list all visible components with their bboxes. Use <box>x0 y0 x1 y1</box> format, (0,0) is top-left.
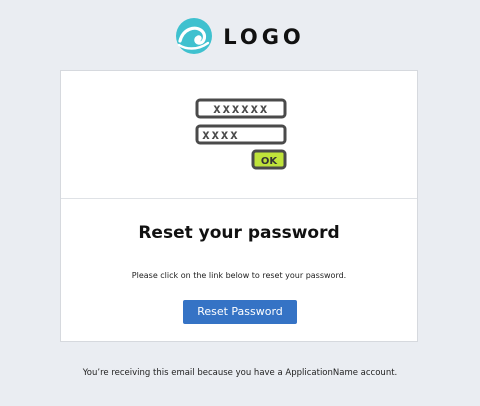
ok-badge: OK <box>261 156 279 167</box>
password-mask-1: xxxxxx <box>213 102 269 117</box>
email-page: LOGO xxxxxx xxxx OK Reset your password … <box>0 0 480 406</box>
logo: LOGO <box>0 16 480 56</box>
logo-text: LOGO <box>223 24 305 49</box>
email-card: xxxxxx xxxx OK Reset your password Pleas… <box>60 70 418 342</box>
wave-circle-icon <box>176 18 213 54</box>
card-title: Reset your password <box>138 223 340 243</box>
password-fields-icon: xxxxxx xxxx OK <box>195 98 287 170</box>
password-mask-2: xxxx <box>202 128 239 143</box>
reset-password-button[interactable]: Reset Password <box>183 300 297 324</box>
card-body-text: Please click on the link below to reset … <box>131 271 347 280</box>
illustration-area: xxxxxx xxxx OK <box>61 71 417 199</box>
footer-text: You’re receiving this email because you … <box>82 368 398 378</box>
